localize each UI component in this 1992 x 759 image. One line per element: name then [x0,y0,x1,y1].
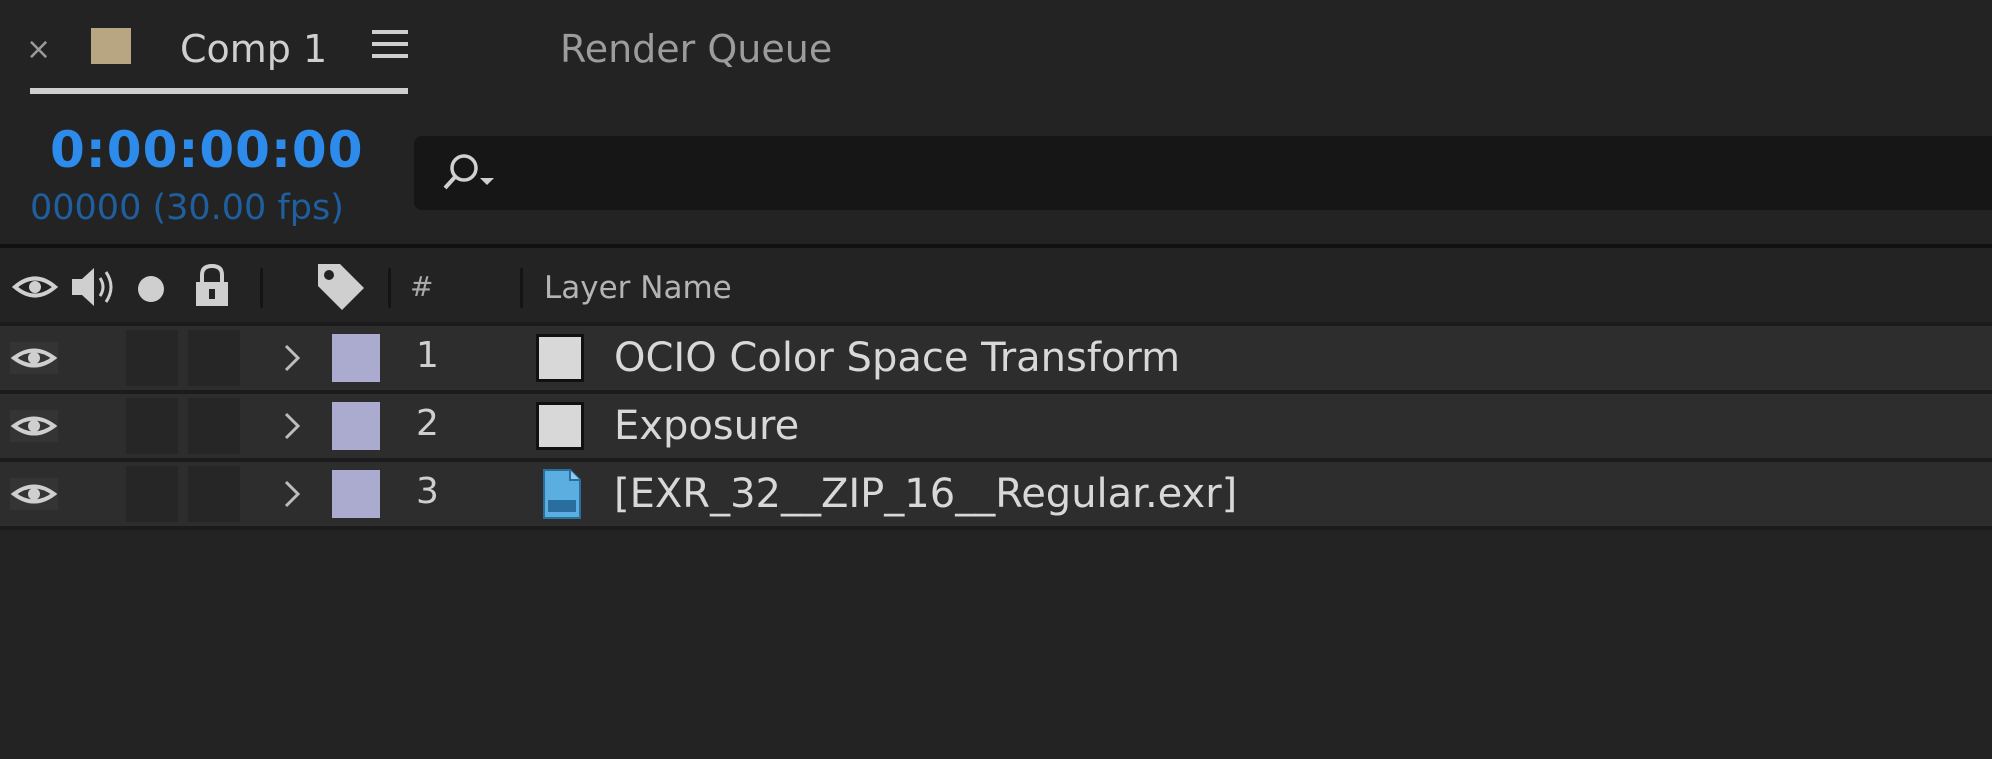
layer-lock-toggle[interactable] [188,330,240,386]
layer-name[interactable]: [EXR_32__ZIP_16__Regular.exr] [614,468,1237,520]
close-tab-button[interactable]: × [26,30,51,70]
comp-color-swatch [91,28,131,64]
solid-source-icon [534,330,588,386]
eye-icon [10,416,58,436]
chevron-right-icon[interactable] [280,408,304,444]
layer-label-color[interactable] [332,470,380,518]
column-number-header[interactable]: # [410,270,433,303]
eye-icon[interactable] [12,270,58,304]
chevron-right-icon[interactable] [280,340,304,376]
layer-name[interactable]: OCIO Color Space Transform [614,332,1180,384]
layer-row[interactable]: 3 [EXR_32__ZIP_16__Regular.exr] [0,462,1992,526]
lock-icon[interactable] [192,262,232,308]
layer-visibility-toggle[interactable] [10,478,58,510]
eye-icon [10,348,58,368]
tab-render-queue[interactable]: Render Queue [560,26,832,72]
layer-name[interactable]: Exposure [614,400,799,452]
column-divider [260,268,263,308]
frame-rate-info: 00000 (30.00 fps) [30,188,344,228]
solo-dot-icon[interactable] [136,274,166,304]
column-divider [388,268,391,308]
column-layer-name-header[interactable]: Layer Name [544,268,732,308]
search-icon[interactable] [440,148,500,198]
current-time-display[interactable]: 0:00:00:00 [50,122,364,178]
active-tab-indicator [30,88,408,94]
layer-number: 3 [416,471,439,512]
layer-label-color[interactable] [332,402,380,450]
panel-menu-icon[interactable] [372,30,408,66]
row-divider [0,526,1992,530]
layer-row[interactable]: 1 OCIO Color Space Transform [0,326,1992,390]
eye-icon [10,484,58,504]
layer-solo-toggle[interactable] [126,330,178,386]
layer-search-input[interactable] [414,136,1992,210]
layer-solo-toggle[interactable] [126,466,178,522]
layer-number: 1 [416,335,439,376]
layer-column-header: # Layer Name [0,248,1992,326]
layer-visibility-toggle[interactable] [10,342,58,374]
column-divider [520,268,523,308]
chevron-right-icon[interactable] [280,476,304,512]
solid-source-icon [534,398,588,454]
layer-visibility-toggle[interactable] [10,410,58,442]
speaker-icon[interactable] [68,264,120,310]
panel-tab-bar: × Comp 1 Render Queue [0,0,1992,100]
layer-number: 2 [416,403,439,444]
tab-comp-1[interactable]: Comp 1 [180,26,327,72]
layer-solo-toggle[interactable] [126,398,178,454]
layer-lock-toggle[interactable] [188,398,240,454]
label-tag-icon[interactable] [314,260,368,312]
layer-label-color[interactable] [332,334,380,382]
layer-lock-toggle[interactable] [188,466,240,522]
layer-row[interactable]: 2 Exposure [0,394,1992,458]
exr-file-icon [543,469,581,519]
